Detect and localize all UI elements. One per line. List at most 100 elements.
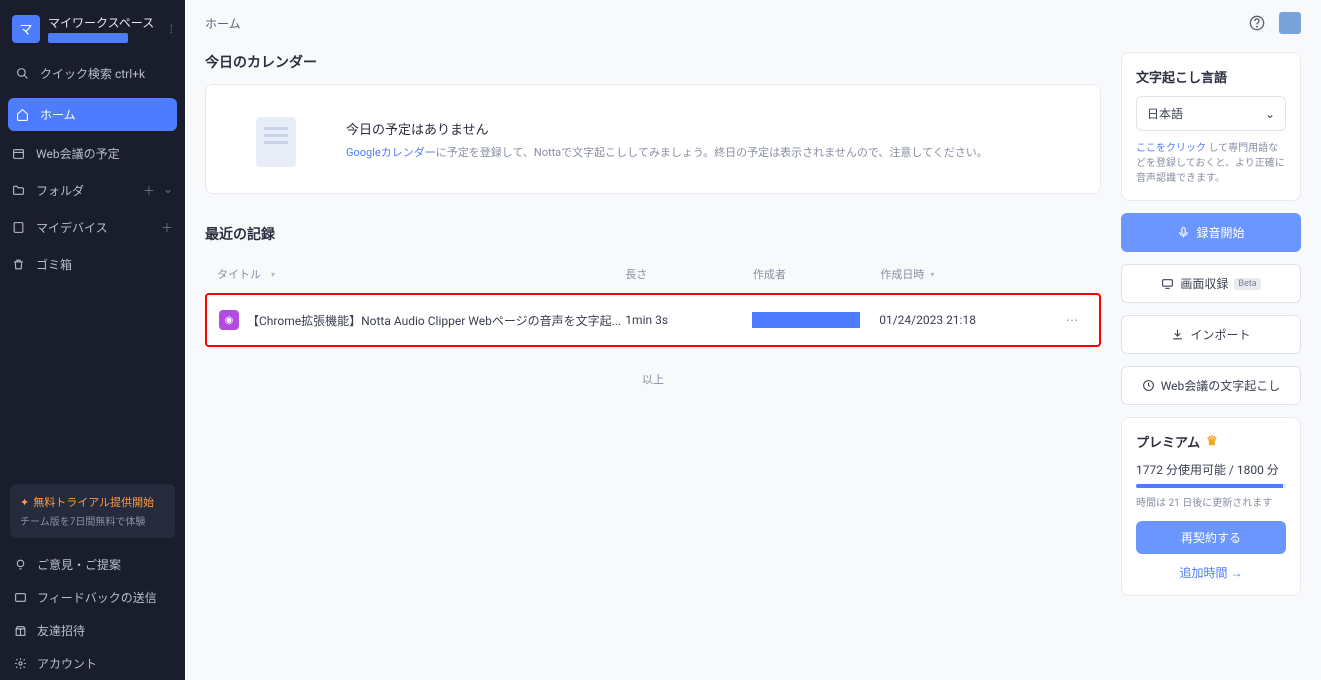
device-icon [12,221,26,234]
right-panel: 文字起こし言語 日本語 ⌄ ここをクリック して専門用語などを登録しておくと、よ… [1121,52,1301,596]
import-label: インポート [1190,326,1250,343]
footer-label: フィードバックの送信 [37,589,157,606]
usage-bar [1136,484,1286,488]
search-icon [16,67,30,80]
workspace-icon: マ [12,15,40,43]
usage-bar-fill [1136,484,1283,488]
gear-icon [14,657,27,670]
sparkle-icon: ✦ [20,496,29,509]
import-button[interactable]: インポート [1121,315,1301,354]
main: ホーム 今日のカレンダー 今日の予定はありません Googleカレンダーに予定を… [185,0,1321,680]
records-end: 以上 [205,371,1101,387]
language-value: 日本語 [1147,105,1183,122]
language-select[interactable]: 日本語 ⌄ [1136,96,1286,131]
sidebar-item-label: マイデバイス [36,219,108,236]
column-header-title[interactable]: タイトル▾ [217,266,625,282]
sidebar-item-trash[interactable]: ゴミ箱 [0,248,185,281]
language-hint: ここをクリック して専門用語などを登録しておくと、より正確に音声認識できます。 [1136,141,1286,186]
record-author [752,312,879,328]
table-row[interactable]: ◉ 【Chrome拡張機能】Notta Audio Clipper Webページ… [205,293,1101,347]
trial-banner[interactable]: ✦ 無料トライアル提供開始 チーム版を7日間無料で体験 [10,484,175,538]
record-type-icon: ◉ [219,310,239,330]
calendar-empty-title: 今日の予定はありません [346,119,988,138]
crown-icon: ♛ [1206,434,1218,449]
usage-text: 1772 分使用可能 / 1800 分 [1136,461,1286,478]
footer-label: 友達招待 [37,622,85,639]
column-header-date[interactable]: 作成日時▾ [880,266,1059,282]
help-icon[interactable] [1249,15,1265,31]
sidebar-footer-account[interactable]: アカウント [0,647,185,680]
sidebar-item-label: Web会議の予定 [36,145,120,162]
import-icon [1171,328,1184,341]
screen-record-button[interactable]: 画面収録 Beta [1121,264,1301,303]
add-time-link[interactable]: 追加時間 → [1136,564,1286,581]
table-header: タイトル▾ 長さ 作成者 作成日時▾ [205,256,1101,293]
calendar-illustration [236,109,316,169]
chevron-down-icon[interactable]: ⌄ [163,182,173,199]
record-title: 【Chrome拡張機能】Notta Audio Clipper Webページの音… [247,312,621,329]
add-device-icon[interactable]: ＋ [161,219,173,236]
calendar-empty-card: 今日の予定はありません Googleカレンダーに予定を登録して、Nottaで文字… [205,84,1101,194]
send-icon [14,591,27,604]
language-card: 文字起こし言語 日本語 ⌄ ここをクリック して専門用語などを登録しておくと、よ… [1121,52,1301,201]
topbar: ホーム [205,12,1301,52]
records-section-title: 最近の記録 [205,224,1101,244]
meeting-icon [1142,379,1155,392]
register-terms-link[interactable]: ここをクリック [1136,143,1206,154]
sidebar-footer-feedback[interactable]: ご意見・ご提案 [0,548,185,581]
chevron-updown-icon: ⁞ [170,22,173,36]
calendar-empty-sub: Googleカレンダーに予定を登録して、Nottaで文字起こししてみましょう。終… [346,144,988,160]
row-more-icon[interactable]: ⋯ [1057,313,1087,327]
language-card-title: 文字起こし言語 [1136,67,1286,86]
sidebar-item-home[interactable]: ホーム [8,98,177,131]
chevron-down-icon: ▾ [930,270,934,279]
column-header-author: 作成者 [753,266,881,282]
screen-record-label: 画面収録 [1180,275,1228,292]
add-folder-icon[interactable]: ＋ [143,182,155,199]
trial-sub: チーム版を7日間無料で体験 [20,513,165,528]
sidebar-footer-send-feedback[interactable]: フィードバックの送信 [0,581,185,614]
quick-search[interactable]: クイック検索 ctrl+k [8,57,177,90]
home-icon [16,108,30,121]
workspace-name: マイワークスペース [48,14,162,31]
chevron-down-icon: ▾ [271,270,275,279]
calendar-section-title: 今日のカレンダー [205,52,1101,72]
meeting-transcribe-label: Web会議の文字起こし [1161,377,1281,394]
sidebar-item-meetings[interactable]: Web会議の予定 [0,137,185,170]
premium-card: プレミアム ♛ 1772 分使用可能 / 1800 分 時間は 21 日後に更新… [1121,417,1301,596]
sidebar-item-folders[interactable]: フォルダ ＋ ⌄ [0,174,185,207]
chevron-down-icon: ⌄ [1265,107,1275,121]
calendar-icon [12,147,26,160]
record-start-button[interactable]: 録音開始 [1121,213,1301,252]
sidebar-item-label: ゴミ箱 [36,256,72,273]
record-duration: 1min 3s [625,313,752,327]
sidebar: マ マイワークスペース ⁞ クイック検索 ctrl+k ホーム Web会議の予定… [0,0,185,680]
beta-badge: Beta [1234,278,1260,290]
sidebar-item-label: フォルダ [36,182,84,199]
breadcrumb: ホーム [205,15,241,32]
author-redacted [752,312,860,328]
footer-label: ご意見・ご提案 [37,556,121,573]
workspace-switcher[interactable]: マ マイワークスペース ⁞ [0,0,185,57]
avatar[interactable] [1279,12,1301,34]
footer-label: アカウント [37,655,97,672]
trial-title: 無料トライアル提供開始 [33,494,154,510]
gift-icon [14,624,27,637]
usage-note: 時間は 21 日後に更新されます [1136,494,1286,509]
sidebar-item-label: ホーム [40,106,76,123]
workspace-sub-redacted [48,33,128,43]
record-date: 01/24/2023 21:18 [879,313,1057,327]
google-calendar-link[interactable]: Googleカレンダー [346,146,436,159]
premium-title: プレミアム [1136,432,1200,451]
folder-icon [12,184,26,197]
sidebar-item-devices[interactable]: マイデバイス ＋ [0,211,185,244]
meeting-transcribe-button[interactable]: Web会議の文字起こし [1121,366,1301,405]
column-header-duration: 長さ [625,266,753,282]
screen-icon [1161,277,1174,290]
sidebar-footer-invite[interactable]: 友達招待 [0,614,185,647]
trash-icon [12,258,26,271]
mic-icon [1177,226,1190,239]
renew-button[interactable]: 再契約する [1136,521,1286,554]
record-start-label: 録音開始 [1196,224,1244,241]
bulb-icon [14,558,27,571]
